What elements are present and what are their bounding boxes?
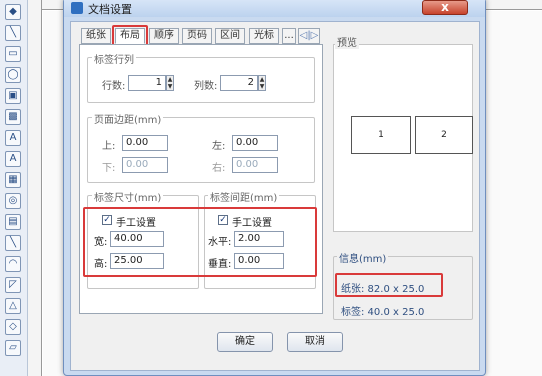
ellipse-icon[interactable]: ◯	[5, 67, 21, 83]
parallelogram-icon[interactable]: ▱	[5, 340, 21, 356]
tab-more[interactable]: ...	[282, 28, 296, 44]
right-margin-input: 0.00	[232, 157, 278, 173]
text-icon[interactable]: A	[5, 130, 21, 146]
preview-label-1: 1	[351, 116, 411, 154]
pointer-icon[interactable]: ◆	[5, 4, 21, 20]
tab-cursor[interactable]: 光标	[249, 28, 279, 44]
margins-legend: 页面边距(mm)	[92, 111, 164, 126]
cols-label: 列数:	[194, 81, 218, 92]
triangle-icon[interactable]: △	[5, 298, 21, 314]
dialog-title: 文档设置	[88, 3, 132, 16]
cols-spinner[interactable]: ▲ ▼	[258, 75, 266, 91]
polygon-icon[interactable]: ◸	[5, 277, 21, 293]
layout-tab-panel: 标签行列 行数: 1 ▲ ▼ 列数: 2 ▲ ▼ 页面边距(mm) 上: 0.0…	[79, 44, 323, 314]
dialog-body: 纸张 布局 顺序 页码 区间 光标 ... ◁|▷ 标签行列 行数: 1 ▲ ▼…	[70, 21, 480, 371]
left-margin-label: 左:	[212, 141, 226, 152]
rows-label: 行数:	[102, 81, 126, 92]
label-gap-legend: 标签间距(mm)	[208, 189, 280, 204]
tab-scroll-arrows[interactable]: ◁|▷	[298, 28, 320, 44]
rect-icon[interactable]: ▭	[5, 46, 21, 62]
arc-icon[interactable]: ◠	[5, 256, 21, 272]
tab-paper[interactable]: 纸张	[81, 28, 111, 44]
table-icon[interactable]: ▤	[5, 214, 21, 230]
bottom-margin-label: 下:	[102, 163, 116, 174]
diamond-icon[interactable]: ◇	[5, 319, 21, 335]
label-size-legend: 标签尺寸(mm)	[92, 189, 164, 204]
rows-spinner[interactable]: ▲ ▼	[166, 75, 174, 91]
tab-page-number[interactable]: 页码	[182, 28, 212, 44]
cols-input[interactable]: 2	[220, 75, 258, 91]
paper-size-highlight	[335, 273, 443, 297]
tab-range[interactable]: 区间	[215, 28, 245, 44]
barcode-icon[interactable]: ▦	[5, 172, 21, 188]
spin-down-icon[interactable]: ▼	[167, 83, 173, 90]
curve-icon[interactable]: ╲	[5, 235, 21, 251]
label-size-text: 标签: 40.0 x 25.0	[341, 307, 425, 318]
document-settings-dialog: 文档设置 x 纸张 布局 顺序 页码 区间 光标 ... ◁|▷ 标签行列 行数…	[63, 0, 486, 376]
close-button[interactable]: x	[422, 0, 468, 15]
spin-up-icon[interactable]: ▲	[259, 76, 265, 83]
tool-palette: ◆ ╲ ▭ ◯ ▣ ▩ A A ▦ ◎ ▤ ╲ ◠ ◸ △ ◇ ▱	[0, 0, 28, 376]
image-icon[interactable]: ▣	[5, 88, 21, 104]
top-margin-label: 上:	[102, 141, 116, 152]
qrcode-icon[interactable]: ◎	[5, 193, 21, 209]
size-gap-highlight	[83, 207, 317, 277]
bottom-margin-input: 0.00	[122, 157, 168, 173]
rows-input[interactable]: 1	[128, 75, 166, 91]
spin-up-icon[interactable]: ▲	[167, 76, 173, 83]
info-legend: 信息(mm)	[337, 250, 389, 265]
vertical-ruler	[28, 0, 42, 376]
dialog-titlebar[interactable]: 文档设置 x	[64, 0, 485, 17]
preview-label-2: 2	[415, 116, 473, 154]
ok-button[interactable]: 确定	[217, 332, 273, 352]
image2-icon[interactable]: ▩	[5, 109, 21, 125]
line-icon[interactable]: ╲	[5, 25, 21, 41]
tab-order[interactable]: 顺序	[149, 28, 179, 44]
right-margin-label: 右:	[212, 163, 226, 174]
preview-legend: 预览	[335, 34, 359, 49]
spin-down-icon[interactable]: ▼	[259, 83, 265, 90]
richtext-icon[interactable]: A	[5, 151, 21, 167]
top-margin-input[interactable]: 0.00	[122, 135, 168, 151]
app-icon	[71, 2, 83, 14]
left-margin-input[interactable]: 0.00	[232, 135, 278, 151]
rows-cols-legend: 标签行列	[92, 51, 136, 66]
cancel-button[interactable]: 取消	[287, 332, 343, 352]
